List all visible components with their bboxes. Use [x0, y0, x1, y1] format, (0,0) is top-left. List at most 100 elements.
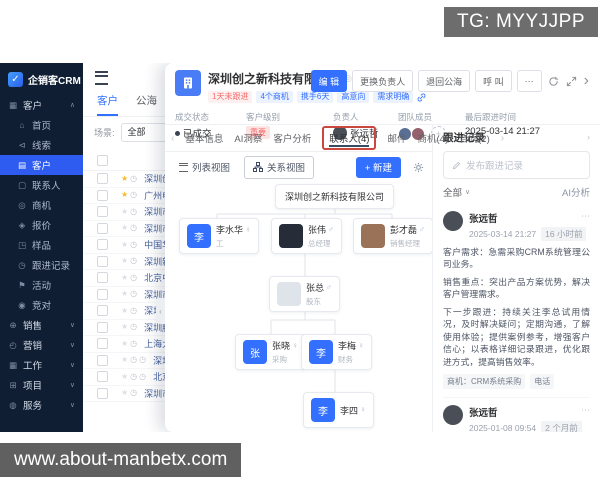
tab-contacts[interactable]: 联系人(4) — [322, 126, 377, 150]
sidebar-item-quotes[interactable]: ◈ 报价 — [0, 215, 83, 235]
watermark-top: TG: MYYJJPP — [444, 7, 598, 37]
sidebar-item-customers[interactable]: ▤ 客户 — [0, 155, 83, 175]
star-icon[interactable]: ★ — [121, 224, 128, 232]
star-icon[interactable]: ★ — [121, 306, 128, 315]
row-checkbox[interactable] — [97, 173, 108, 185]
star-icon[interactable]: ★ — [121, 240, 128, 249]
record-more-icon[interactable]: ⋯ — [581, 405, 590, 416]
more-actions-button[interactable]: ··· — [516, 70, 542, 92]
sidebar-item-leads[interactable]: ⊲ 线索 — [0, 135, 83, 155]
sidebar-group-sales[interactable]: ⊕ 销售 ∨ — [0, 315, 83, 335]
sidebar-group-label: 服务 — [23, 401, 43, 412]
row-checkbox[interactable] — [97, 272, 108, 284]
record-tag[interactable]: 电话 — [530, 374, 555, 390]
tabs-scroll-left-icon[interactable]: ‹ — [171, 133, 174, 144]
org-node-contact[interactable]: 张伟 ♂ 总经理 — [271, 218, 343, 254]
record-tag[interactable]: 商机：CRM系统采购 — [443, 374, 526, 390]
call-button[interactable]: 呼 叫 — [475, 70, 512, 92]
org-node-contact[interactable]: 张总 ♂ 股东 — [269, 276, 341, 312]
sidebar-item-competitors[interactable]: ◉ 竞对 — [0, 295, 83, 315]
row-checkbox[interactable] — [97, 321, 108, 333]
star-icon[interactable]: ★ — [121, 207, 128, 216]
star-icon[interactable]: ★ — [121, 323, 128, 331]
field-label: 客户级别 — [246, 112, 281, 123]
select-all-checkbox[interactable] — [97, 155, 108, 166]
row-checkbox[interactable] — [97, 255, 108, 267]
record-more-icon[interactable]: ⋯ — [581, 211, 590, 222]
change-owner-button[interactable]: 更换负责人 — [352, 70, 414, 92]
sidebar-item-contacts[interactable]: ▢ 联系人 — [0, 175, 83, 195]
star-icon[interactable]: ★ — [121, 339, 128, 348]
new-contact-button[interactable]: + 新建 — [355, 156, 401, 178]
org-node-contact[interactable]: 李 李梅 ♀ 财务 — [301, 334, 373, 370]
sidebar-group-customers[interactable]: ▦ 客户 ∧ — [0, 95, 83, 115]
record-paragraph: 销售重点：突出产品方案优势，解决客户管理需求。 — [443, 276, 590, 300]
followup-input[interactable]: 发布跟进记录 — [443, 151, 590, 179]
followup-list[interactable]: 张远哲 2025-03-14 21:27 16 小时前 ⋯ 客户需求：急需采购C… — [433, 204, 600, 432]
tag-days: 携手6天 — [296, 91, 334, 104]
edit-button[interactable]: 编 辑 — [310, 70, 348, 92]
clock-icon: ◷ — [130, 289, 138, 299]
row-checkbox[interactable] — [97, 189, 108, 201]
row-checkbox[interactable] — [97, 222, 108, 234]
star-icon[interactable]: ★ — [121, 389, 128, 397]
row-checkbox[interactable] — [97, 206, 108, 218]
row-checkbox[interactable] — [97, 288, 108, 300]
row-checkbox[interactable] — [97, 239, 108, 251]
sidebar-item-opportunities[interactable]: ◎ 商机 — [0, 195, 83, 215]
org-node-contact[interactable]: 彭才磊 ♂ 销售经理 — [353, 218, 432, 254]
link-icon[interactable] — [417, 93, 426, 102]
star-icon[interactable]: ★ — [121, 356, 128, 364]
contact-name: 张总 — [306, 283, 325, 293]
star-icon[interactable]: ★ — [121, 174, 128, 183]
collapse-dialog-handle[interactable]: ‹ — [156, 298, 165, 324]
relation-view-button[interactable]: 关系视图 — [244, 155, 315, 179]
tab-ai-insight[interactable]: AI洞察 — [234, 131, 262, 145]
tab-public-sea[interactable]: 公海 — [136, 93, 157, 116]
app-logo[interactable]: ✓ 企销客CRM — [0, 63, 83, 93]
clock-icon: ◷ — [130, 256, 138, 266]
list-view-button[interactable]: 列表视图 — [173, 157, 236, 178]
star-icon[interactable]: ★ — [121, 290, 128, 298]
tab-mail[interactable]: 邮件 — [387, 131, 406, 145]
org-node-contact[interactable]: 张 张晓 ♀ 采购 — [235, 334, 307, 370]
sidebar-group-projects[interactable]: ⊞ 项目 ∨ — [0, 375, 83, 395]
clock-icon: ◷ — [130, 173, 138, 183]
tabs-scroll-right-icon[interactable]: › — [501, 133, 504, 144]
sidebar-item-samples[interactable]: ◳ 样品 — [0, 235, 83, 255]
close-panel-icon[interactable]: › — [583, 72, 590, 90]
org-node-contact[interactable]: 李 李四 ♀ — [303, 392, 375, 428]
org-root-company[interactable]: 深圳创之新科技有限公司 — [275, 184, 395, 209]
female-icon: ♀ — [360, 405, 367, 414]
star-icon[interactable]: ★ — [121, 273, 128, 282]
star-icon[interactable]: ★ — [121, 191, 128, 199]
sidebar-item-followups[interactable]: ◷ 跟进记录 — [0, 255, 83, 275]
org-node-contact[interactable]: 李 李水华 ♀ 工 — [179, 218, 260, 254]
row-checkbox[interactable] — [97, 354, 108, 366]
row-checkbox[interactable] — [97, 387, 108, 399]
star-icon[interactable]: ★ — [121, 257, 128, 265]
settings-gear-icon[interactable] — [413, 162, 424, 173]
tab-contracts[interactable]: 合同(2) — [459, 131, 490, 145]
samples-icon: ◳ — [17, 239, 27, 250]
sidebar-item-activities[interactable]: ⚑ 活动 — [0, 275, 83, 295]
expand-icon[interactable] — [565, 76, 578, 87]
tab-basic-info[interactable]: 基本信息 — [185, 131, 223, 145]
sidebar-group-work[interactable]: ▦ 工作 ∨ — [0, 355, 83, 375]
row-checkbox[interactable] — [97, 338, 108, 350]
tab-customers[interactable]: 客户 — [97, 93, 118, 116]
collapse-menu-icon[interactable] — [95, 71, 108, 85]
filter-all-select[interactable]: 全部 — [443, 185, 462, 199]
tab-customer-analysis[interactable]: 客户分析 — [273, 131, 311, 145]
sidebar-group-marketing[interactable]: ◴ 营销 ∨ — [0, 335, 83, 355]
ai-analysis-button[interactable]: AI分析 — [562, 185, 590, 199]
refresh-icon[interactable] — [547, 76, 560, 87]
sidebar-item-home[interactable]: ⌂ 首页 — [0, 115, 83, 135]
star-icon[interactable]: ★ — [121, 372, 128, 381]
row-checkbox[interactable] — [97, 305, 108, 317]
panel-more-icon[interactable]: › — [587, 132, 590, 142]
return-to-sea-button[interactable]: 退回公海 — [418, 70, 471, 92]
row-checkbox[interactable] — [97, 371, 108, 383]
tab-opportunities[interactable]: 商机(4) — [418, 131, 449, 145]
sidebar-group-services[interactable]: ◍ 服务 ∨ — [0, 395, 83, 415]
